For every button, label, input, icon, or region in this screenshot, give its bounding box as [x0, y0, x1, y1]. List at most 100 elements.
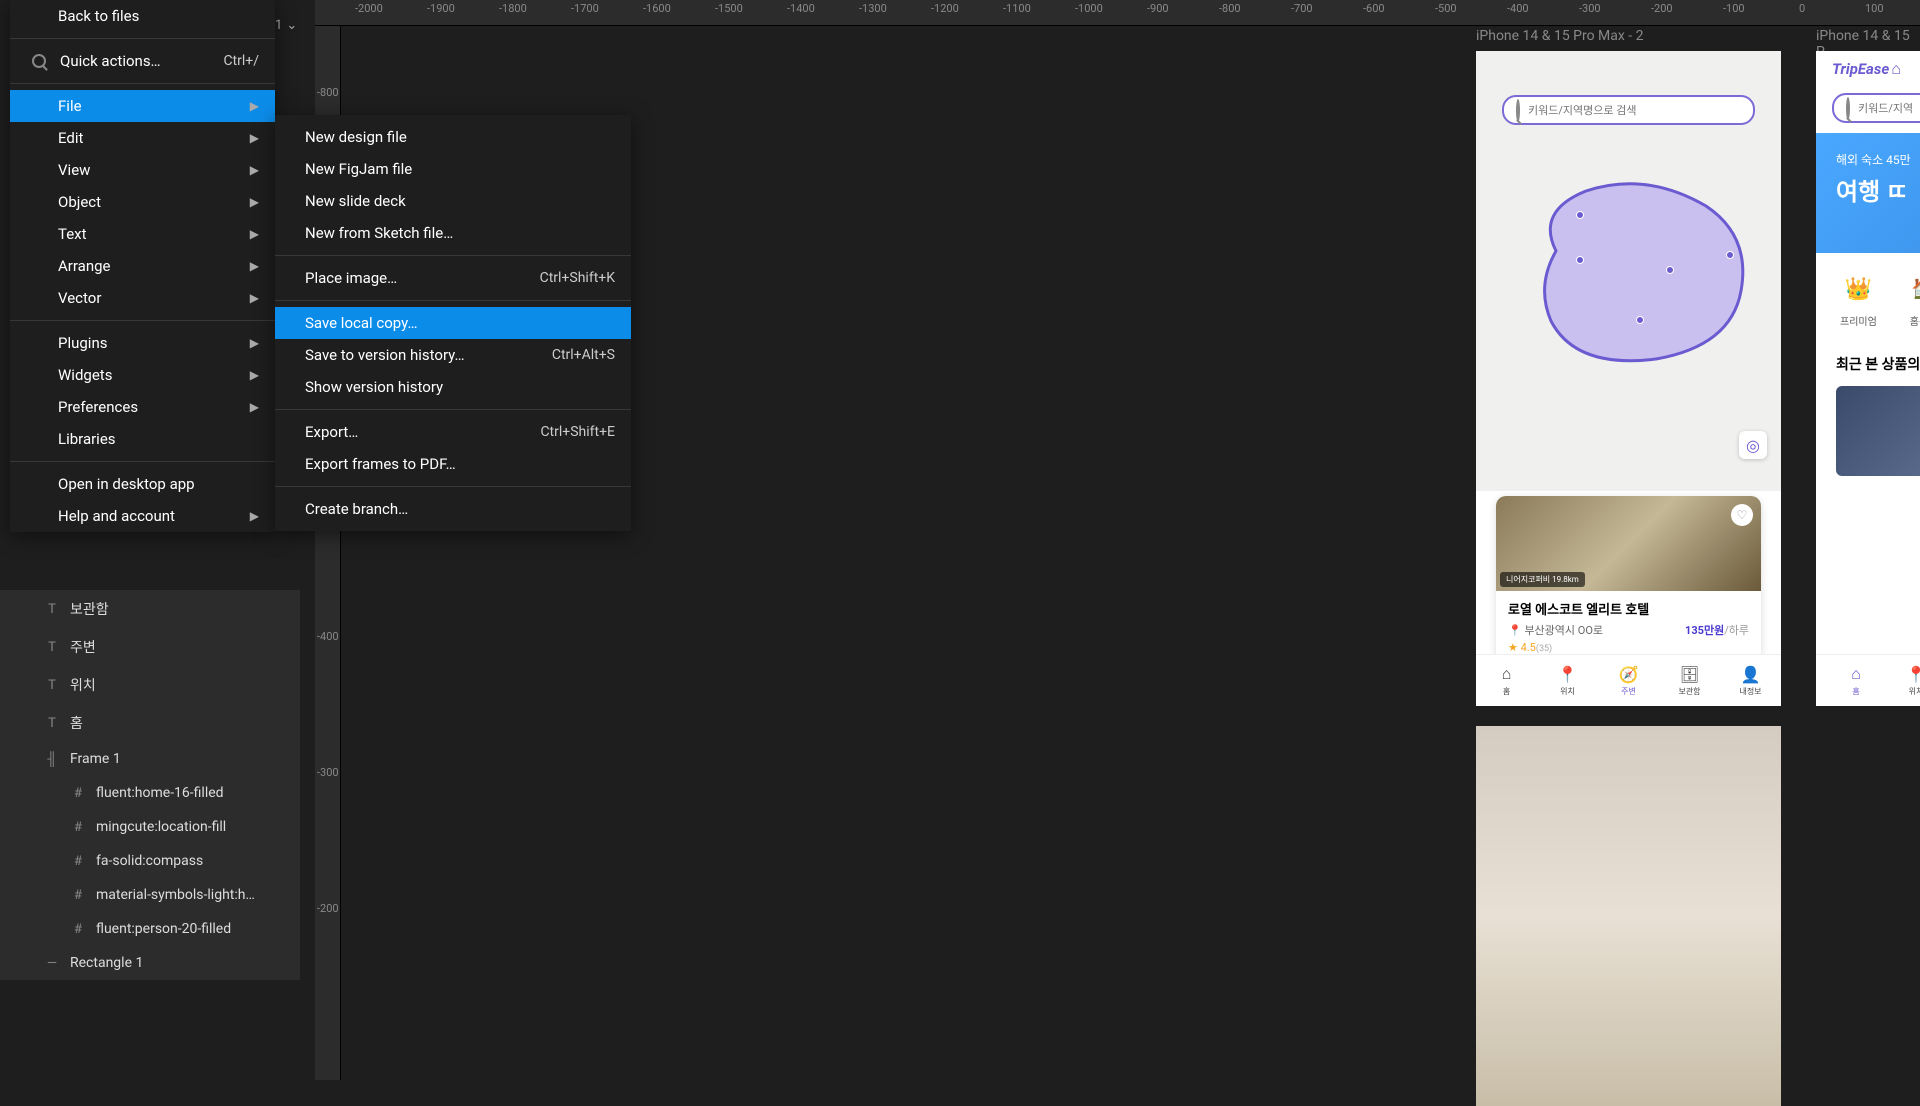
ruler-tick: -200 — [1651, 2, 1673, 15]
locate-me-button[interactable]: ◎ — [1739, 431, 1767, 459]
submenu-place-image[interactable]: Place image…Ctrl+Shift+K — [275, 262, 631, 294]
chevron-right-icon: ▶ — [250, 336, 259, 350]
layer-frame[interactable]: ╢Frame 1 — [0, 742, 300, 776]
search-field[interactable] — [1832, 93, 1920, 123]
frame-layer-icon: # — [70, 786, 86, 801]
layers-panel: T보관함 T주변 T위치 T홈 ╢Frame 1 #fluent:home-16… — [0, 590, 300, 980]
menu-separator — [10, 83, 275, 84]
tab-home[interactable]: ⌂홈 — [1476, 655, 1537, 706]
layer-item[interactable]: #fa-solid:compass — [0, 844, 300, 878]
submenu-create-branch[interactable]: Create branch… — [275, 493, 631, 525]
layer-item[interactable]: #mingcute:location-fill — [0, 810, 300, 844]
search-icon — [32, 54, 46, 68]
promo-banner[interactable]: 해외 숙소 45만 여행 ㄸ — [1816, 133, 1920, 253]
layer-item[interactable]: T위치 — [0, 666, 300, 704]
ruler-horizontal: -2000 -1900 -1800 -1700 -1600 -1500 -140… — [315, 0, 1920, 26]
layer-item[interactable]: #fluent:person-20-filled — [0, 912, 300, 946]
layer-item[interactable]: —Rectangle 1 — [0, 946, 300, 980]
hotel-card[interactable]: 니어지코퍼비 19.8km ♡ 로열 에스코트 엘리트 호텔 📍 부산광역시 O… — [1496, 496, 1761, 662]
chevron-right-icon: ▶ — [250, 99, 259, 113]
ruler-tick: -1300 — [859, 2, 887, 15]
tab-home[interactable]: ⌂홈 — [1826, 655, 1886, 706]
ruler-tick: 0 — [1799, 2, 1805, 15]
ruler-tick: -100 — [1723, 2, 1745, 15]
recent-card[interactable]: 부산 시티코지움 알스 타워 · 2인용 30%135000원 — [1836, 386, 1920, 476]
logo-icon: ⌂ — [1891, 59, 1901, 79]
submenu-export[interactable]: Export…Ctrl+Shift+E — [275, 416, 631, 448]
map-pin-icon — [1576, 211, 1584, 219]
chevron-down-icon: ⌄ — [286, 18, 297, 33]
search-input[interactable] — [1858, 102, 1920, 115]
bottom-tabbar: ⌂홈 📍위치 — [1816, 654, 1920, 706]
menu-widgets[interactable]: Widgets▶ — [10, 359, 275, 391]
banner-subtitle: 해외 숙소 45만 — [1836, 151, 1920, 168]
menu-file[interactable]: File▶ — [10, 90, 275, 122]
submenu-new-figjam[interactable]: New FigJam file — [275, 153, 631, 185]
tab-nearby[interactable]: 🧭주변 — [1598, 655, 1659, 706]
submenu-new-slide[interactable]: New slide deck — [275, 185, 631, 217]
menu-plugins[interactable]: Plugins▶ — [10, 327, 275, 359]
menu-object[interactable]: Object▶ — [10, 186, 275, 218]
menu-vector[interactable]: Vector▶ — [10, 282, 275, 314]
menu-view[interactable]: View▶ — [10, 154, 275, 186]
layer-item[interactable]: T보관함 — [0, 590, 300, 628]
menu-quick-actions[interactable]: Quick actions… Ctrl+/ — [10, 45, 275, 77]
submenu-show-history[interactable]: Show version history — [275, 371, 631, 403]
ruler-tick: -1000 — [1075, 2, 1103, 15]
menu-help[interactable]: Help and account▶ — [10, 500, 275, 532]
tab-saved[interactable]: 🗄보관함 — [1659, 655, 1720, 706]
chevron-right-icon: ▶ — [250, 195, 259, 209]
file-submenu: New design file New FigJam file New slid… — [275, 115, 631, 531]
ruler-tick: -800 — [1219, 2, 1241, 15]
category-premium[interactable]: 👑프리미엄 — [1840, 271, 1877, 328]
ruler-tick: -1100 — [1003, 2, 1031, 15]
menu-arrange[interactable]: Arrange▶ — [10, 250, 275, 282]
menu-text[interactable]: Text▶ — [10, 218, 275, 250]
menu-edit[interactable]: Edit▶ — [10, 122, 275, 154]
chevron-right-icon: ▶ — [250, 259, 259, 273]
category-row: 👑프리미엄 🏠홈·빌라 — [1816, 253, 1920, 346]
menu-separator — [275, 409, 631, 410]
home-icon: ⌂ — [1851, 664, 1861, 684]
chevron-right-icon: ▶ — [250, 227, 259, 241]
layer-item[interactable]: T홈 — [0, 704, 300, 742]
page-indicator[interactable]: 1⌄ — [275, 18, 297, 33]
hotel-price: 135만원/하루 — [1685, 622, 1749, 638]
ruler-tick: -1200 — [931, 2, 959, 15]
search-icon — [1516, 101, 1520, 120]
menu-separator — [275, 486, 631, 487]
artboard-2[interactable]: TripEase ⌂ 해외 숙소 45만 여행 ㄸ 👑프리미엄 🏠홈·빌라 최근… — [1816, 51, 1920, 706]
ruler-tick: -900 — [1147, 2, 1169, 15]
search-input[interactable] — [1528, 104, 1741, 117]
ruler-tick: -400 — [1507, 2, 1529, 15]
layer-item[interactable]: T주변 — [0, 628, 300, 666]
submenu-export-pdf[interactable]: Export frames to PDF… — [275, 448, 631, 480]
menu-separator — [10, 38, 275, 39]
menu-preferences[interactable]: Preferences▶ — [10, 391, 275, 423]
layer-item[interactable]: #material-symbols-light:h… — [0, 878, 300, 912]
layer-item[interactable]: #fluent:home-16-filled — [0, 776, 300, 810]
submenu-new-design[interactable]: New design file — [275, 121, 631, 153]
artboard-1[interactable]: ◎ 니어지코퍼비 19.8km ♡ 로열 에스코트 엘리트 호텔 📍 부산광역시… — [1476, 51, 1781, 706]
shortcut-text: Ctrl+Shift+E — [540, 424, 615, 440]
artboard-label-1[interactable]: iPhone 14 & 15 Pro Max - 2 — [1476, 28, 1644, 44]
category-home[interactable]: 🏠홈·빌라 — [1907, 271, 1920, 328]
tab-profile[interactable]: 👤내정보 — [1720, 655, 1781, 706]
person-icon: 👤 — [1741, 665, 1761, 684]
tab-location[interactable]: 📍위치 — [1886, 655, 1920, 706]
search-field[interactable] — [1502, 95, 1755, 125]
favorite-button[interactable]: ♡ — [1731, 504, 1753, 526]
chevron-right-icon: ▶ — [250, 131, 259, 145]
menu-libraries[interactable]: Libraries — [10, 423, 275, 455]
submenu-save-local[interactable]: Save local copy… — [275, 307, 631, 339]
ruler-tick: -1900 — [427, 2, 455, 15]
submenu-new-sketch[interactable]: New from Sketch file… — [275, 217, 631, 249]
distance-badge: 니어지코퍼비 19.8km — [1500, 572, 1585, 587]
tab-location[interactable]: 📍위치 — [1537, 655, 1598, 706]
submenu-save-history[interactable]: Save to version history…Ctrl+Alt+S — [275, 339, 631, 371]
artboard-3[interactable] — [1476, 726, 1781, 1106]
menu-back-to-files[interactable]: Back to files — [10, 0, 275, 32]
ruler-tick: -300 — [1579, 2, 1601, 15]
menu-open-desktop[interactable]: Open in desktop app — [10, 468, 275, 500]
shortcut-text: Ctrl+/ — [223, 53, 259, 69]
